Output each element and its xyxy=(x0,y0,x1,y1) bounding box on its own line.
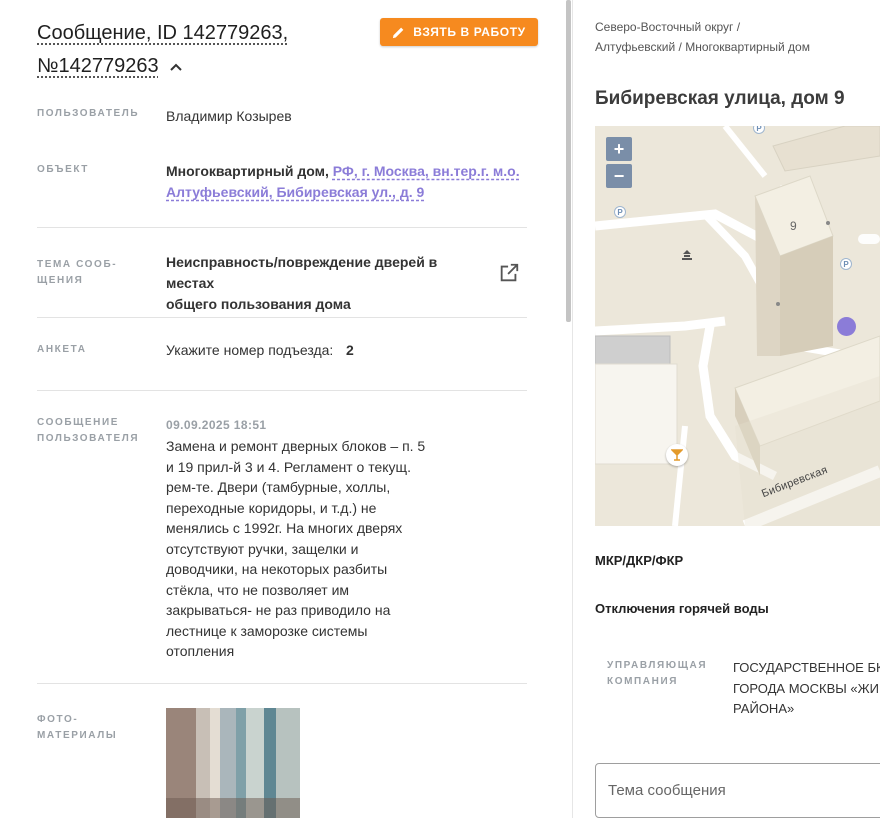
user-value: Владимир Козырев xyxy=(166,108,292,124)
parking-icon: P xyxy=(614,206,626,218)
message-line: стёкла, что не позволяет им xyxy=(166,581,350,598)
message-line: менялись с 1992г. На многих дверях xyxy=(166,520,403,536)
message-line: доводчики, на некоторых разбиты xyxy=(166,561,388,577)
topic-label: ТЕМА СООБ- ЩЕНИЯ xyxy=(37,257,147,289)
take-to-work-label: ВЗЯТЬ В РАБОТУ xyxy=(413,25,526,39)
divider xyxy=(37,683,527,684)
chevron-up-icon[interactable] xyxy=(168,59,184,75)
object-type: Многоквартирный дом, xyxy=(166,163,329,179)
panel-divider xyxy=(572,0,573,818)
message-label: СООБЩЕНИЕ ПОЛЬЗОВАТЕЛЯ xyxy=(37,415,147,447)
message-line: и 19 прил-й 3 и 4. Регламент о текущ. xyxy=(166,458,411,475)
breadcrumb-line2: Алтуфьевский / Многоквартирный дом xyxy=(595,40,810,54)
zoom-in-button[interactable]: + xyxy=(606,137,632,161)
message-label-line1: СООБЩЕНИЕ xyxy=(37,417,120,428)
management-label-line2: КОМПАНИЯ xyxy=(607,676,679,687)
management-company-value: ГОСУДАРСТВЕННОЕ БК ГОРОДА МОСКВЫ «ЖИ РАЙ… xyxy=(733,658,880,720)
divider xyxy=(37,390,527,391)
map-label-pill xyxy=(858,234,880,244)
object-value: Многоквартирный дом, РФ, г. Москва, вн.т… xyxy=(166,161,526,203)
marker-icon[interactable] xyxy=(837,317,856,336)
message-number: №142779263 xyxy=(37,55,159,77)
open-in-new-icon[interactable] xyxy=(498,262,520,284)
message-title: Сообщение, ID 142779263, xyxy=(37,22,289,44)
building-number-label: 9 xyxy=(790,219,797,233)
parking-icon-label: P xyxy=(617,207,623,217)
survey-answer: 2 xyxy=(346,342,354,358)
message-line: Замена и ремонт дверных блоков – п. 5 xyxy=(166,438,426,454)
management-company-label: УПРАВЛЯЮЩАЯ КОМПАНИЯ xyxy=(607,658,717,690)
topic-value-line1: Неисправность/повреждение дверей в места… xyxy=(166,254,438,291)
object-label: ОБЪЕКТ xyxy=(37,164,90,175)
message-text: Замена и ремонт дверных блоков – п. 5 и … xyxy=(166,436,436,662)
topic-label-line1: ТЕМА СООБ- xyxy=(37,259,118,270)
object-address-link[interactable]: РФ, г. Москва, вн.тер.г. м.о. xyxy=(333,163,520,179)
photos-label-line2: МАТЕРИАЛЫ xyxy=(37,730,118,741)
object-address-link-cont[interactable]: Алтуфьевский, Бибиревская ул., д. 9 xyxy=(166,184,424,200)
management-label-line1: УПРАВЛЯЮЩАЯ xyxy=(607,660,708,671)
message-date: 09.09.2025 18:51 xyxy=(166,418,267,432)
topic-value: Неисправность/повреждение дверей в места… xyxy=(166,252,486,315)
survey-label: АНКЕТА xyxy=(37,344,87,355)
message-line: переходные коридоры, и т.д.) не xyxy=(166,499,377,516)
breadcrumb-line1: Северо-Восточный округ / xyxy=(595,20,741,34)
photo-image xyxy=(166,708,300,818)
user-label: ПОЛЬЗОВАТЕЛЬ xyxy=(37,108,140,119)
scrollbar-thumb[interactable] xyxy=(566,0,571,322)
parking-icon-label: P xyxy=(756,126,762,133)
take-to-work-button[interactable]: ВЗЯТЬ В РАБОТУ xyxy=(380,18,538,46)
management-value-line3: РАЙОНА» xyxy=(733,701,795,716)
message-line: отопления xyxy=(166,643,235,659)
pencil-icon xyxy=(393,27,404,38)
address-title: Бибиревская улица, дом 9 xyxy=(595,88,845,109)
divider xyxy=(37,227,527,228)
mkr-section-heading[interactable]: МКР/ДКР/ФКР xyxy=(595,553,683,568)
parking-icon: P xyxy=(840,258,852,270)
photos-label-line1: ФОТО- xyxy=(37,714,79,725)
message-line: лестнице к заморозке системы xyxy=(166,622,368,639)
message-label-line2: ПОЛЬЗОВАТЕЛЯ xyxy=(37,433,140,444)
management-value-line2: ГОРОДА МОСКВЫ «ЖИ xyxy=(733,680,879,696)
management-value-line1: ГОСУДАРСТВЕННОЕ БК xyxy=(733,660,880,675)
map[interactable]: + − 9 P P P Бибиревская xyxy=(595,126,880,526)
survey-question: Укажите номер подъезда: xyxy=(166,342,334,358)
message-subject-input[interactable] xyxy=(595,763,880,818)
topic-value-line2: общего пользования дома xyxy=(166,296,351,312)
divider xyxy=(37,317,527,318)
message-line: отсутствуют ручки, защелки и xyxy=(166,540,359,557)
message-line: рем-те. Двери (тамбурные, холлы, xyxy=(166,479,391,495)
photo-thumbnail[interactable] xyxy=(166,708,300,818)
monument-icon xyxy=(682,250,692,260)
hot-water-section-heading[interactable]: Отключения горячей воды xyxy=(595,601,769,616)
message-details-panel: Сообщение, ID 142779263, №142779263 ВЗЯТ… xyxy=(0,0,565,818)
topic-label-line2: ЩЕНИЯ xyxy=(37,275,84,286)
bar-icon xyxy=(666,444,688,466)
parking-icon-label: P xyxy=(843,259,849,269)
photos-label: ФОТО- МАТЕРИАЛЫ xyxy=(37,712,147,744)
message-line: закрываться- не раз приводило на xyxy=(166,602,391,618)
zoom-out-button[interactable]: − xyxy=(606,164,632,188)
